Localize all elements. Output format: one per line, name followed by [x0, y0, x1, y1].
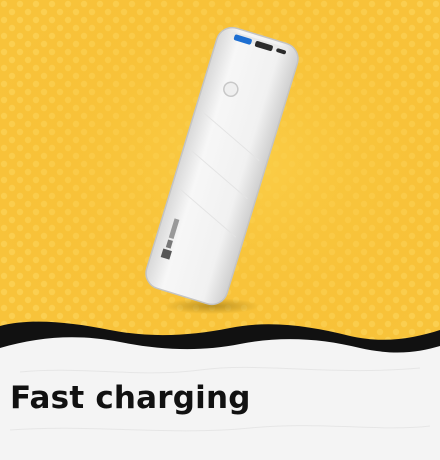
product-tile[interactable]: Fast charging — [0, 0, 440, 460]
tile-caption: Fast charging — [10, 380, 251, 416]
power-bank-body — [145, 26, 299, 306]
